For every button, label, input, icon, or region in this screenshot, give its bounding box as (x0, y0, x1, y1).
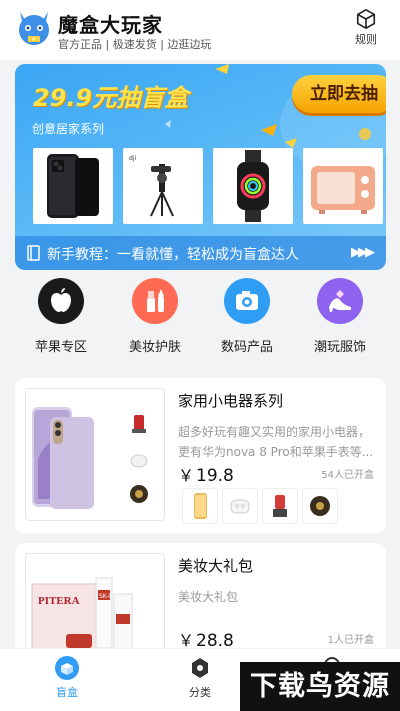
category-apple[interactable]: 苹果专区 (16, 278, 106, 355)
card-image (25, 388, 165, 521)
draw-now-button[interactable]: 立即去抽 (292, 75, 386, 113)
currency-symbol: ￥ (178, 466, 195, 485)
apple-icon (38, 278, 84, 324)
cosmetics-icon (132, 278, 178, 324)
speaker-thumb-icon (310, 496, 330, 516)
card-price: ￥ 19.8 (178, 462, 234, 486)
prize-thumbnails (182, 488, 382, 524)
watermark-text: 下载鸟资源 (240, 662, 400, 711)
high-heel-icon (317, 278, 363, 324)
banner-products: dji (33, 148, 385, 228)
open-count: 54人已开盒 (321, 470, 374, 481)
category-label: 美妆护肤 (128, 340, 181, 355)
rules-button[interactable]: 规则 (346, 8, 386, 47)
tab-blind-box[interactable]: 盲盒 (37, 655, 97, 700)
camera-icon (224, 278, 270, 324)
blender-thumb-icon (273, 495, 287, 517)
svg-text:SK-II: SK-II (99, 593, 112, 600)
card-title: 美妆大礼包 (178, 557, 254, 575)
app-slogan: 官方正品 | 极速发货 | 边逛边玩 (58, 38, 212, 51)
gimbal-icon: dji (129, 155, 174, 217)
app-title: 魔盒大玩家 (58, 13, 163, 37)
category-cosmetics[interactable]: 美妆护肤 (110, 278, 200, 355)
banner-title: 29.9元抽盲盒 (33, 84, 189, 112)
card-description: 美妆大礼包 (178, 590, 239, 604)
earbuds-thumb-icon (230, 499, 250, 514)
category-grid: 苹果专区 美妆护肤 数码产品 潮玩服饰 (0, 278, 400, 362)
banner-product[interactable]: dji (123, 148, 203, 224)
phone-thumb-icon (194, 493, 207, 519)
category-icon (192, 658, 208, 678)
thumbnail[interactable] (182, 488, 218, 524)
banner-product[interactable] (33, 148, 113, 224)
oven-icon (311, 166, 375, 214)
tutorial-bar[interactable]: 新手教程：一看就懂，轻松成为盲盒达人 ▶▶▶ (15, 236, 386, 270)
tutorial-text: 新手教程：一看就懂，轻松成为盲盒达人 (47, 247, 299, 263)
tab-label: 盲盒 (56, 686, 78, 699)
card-description: 超多好玩有趣又实用的家用小电器，更有华为nova 8 Pro和苹果手表等... (178, 425, 374, 459)
price-value: 19.8 (196, 466, 234, 486)
svg-text:dji: dji (129, 155, 136, 162)
blind-box-card[interactable]: 家用小电器系列 超多好玩有趣又实用的家用小电器，更有华为nova 8 Pro和苹… (15, 378, 386, 533)
promo-banner[interactable]: 29.9元抽盲盒 创意居家系列 立即去抽 dji 新手教程：一看就懂，轻松成为盲… (15, 64, 386, 270)
card-title: 家用小电器系列 (178, 392, 284, 410)
thumbnail[interactable] (262, 488, 298, 524)
cube-icon (356, 9, 376, 29)
category-digital[interactable]: 数码产品 (202, 278, 292, 355)
smartwatch-icon (237, 150, 269, 222)
thumbnail[interactable] (222, 488, 258, 524)
tab-label: 分类 (189, 686, 211, 699)
banner-product[interactable] (213, 148, 293, 224)
category-fashion[interactable]: 潮玩服饰 (295, 278, 385, 355)
banner-product[interactable] (303, 148, 383, 224)
forward-arrows-icon: ▶▶▶ (351, 245, 375, 260)
blind-box-card[interactable]: PITERA SK-II 美妆大礼包 美妆大礼包 ￥ 28.8 1人已开盒 (15, 543, 386, 686)
banner-subtitle: 创意居家系列 (32, 122, 105, 136)
tab-category[interactable]: 分类 (170, 655, 230, 700)
book-icon (27, 245, 40, 261)
category-label: 潮玩服饰 (313, 340, 366, 355)
phone-product-icon (32, 407, 148, 509)
category-label: 苹果专区 (34, 340, 87, 355)
rules-label: 规则 (355, 33, 377, 46)
section-divider (0, 362, 400, 370)
blind-box-icon (55, 656, 79, 680)
thumbnail[interactable] (302, 488, 338, 524)
app-header: 魔盒大玩家 官方正品 | 极速发货 | 边逛边玩 规则 (0, 0, 400, 60)
category-label: 数码产品 (220, 340, 273, 355)
logo-icon (19, 12, 49, 45)
svg-text:PITERA: PITERA (38, 595, 80, 607)
smartphone-icon (47, 154, 99, 218)
open-count: 1人已开盒 (327, 635, 374, 646)
